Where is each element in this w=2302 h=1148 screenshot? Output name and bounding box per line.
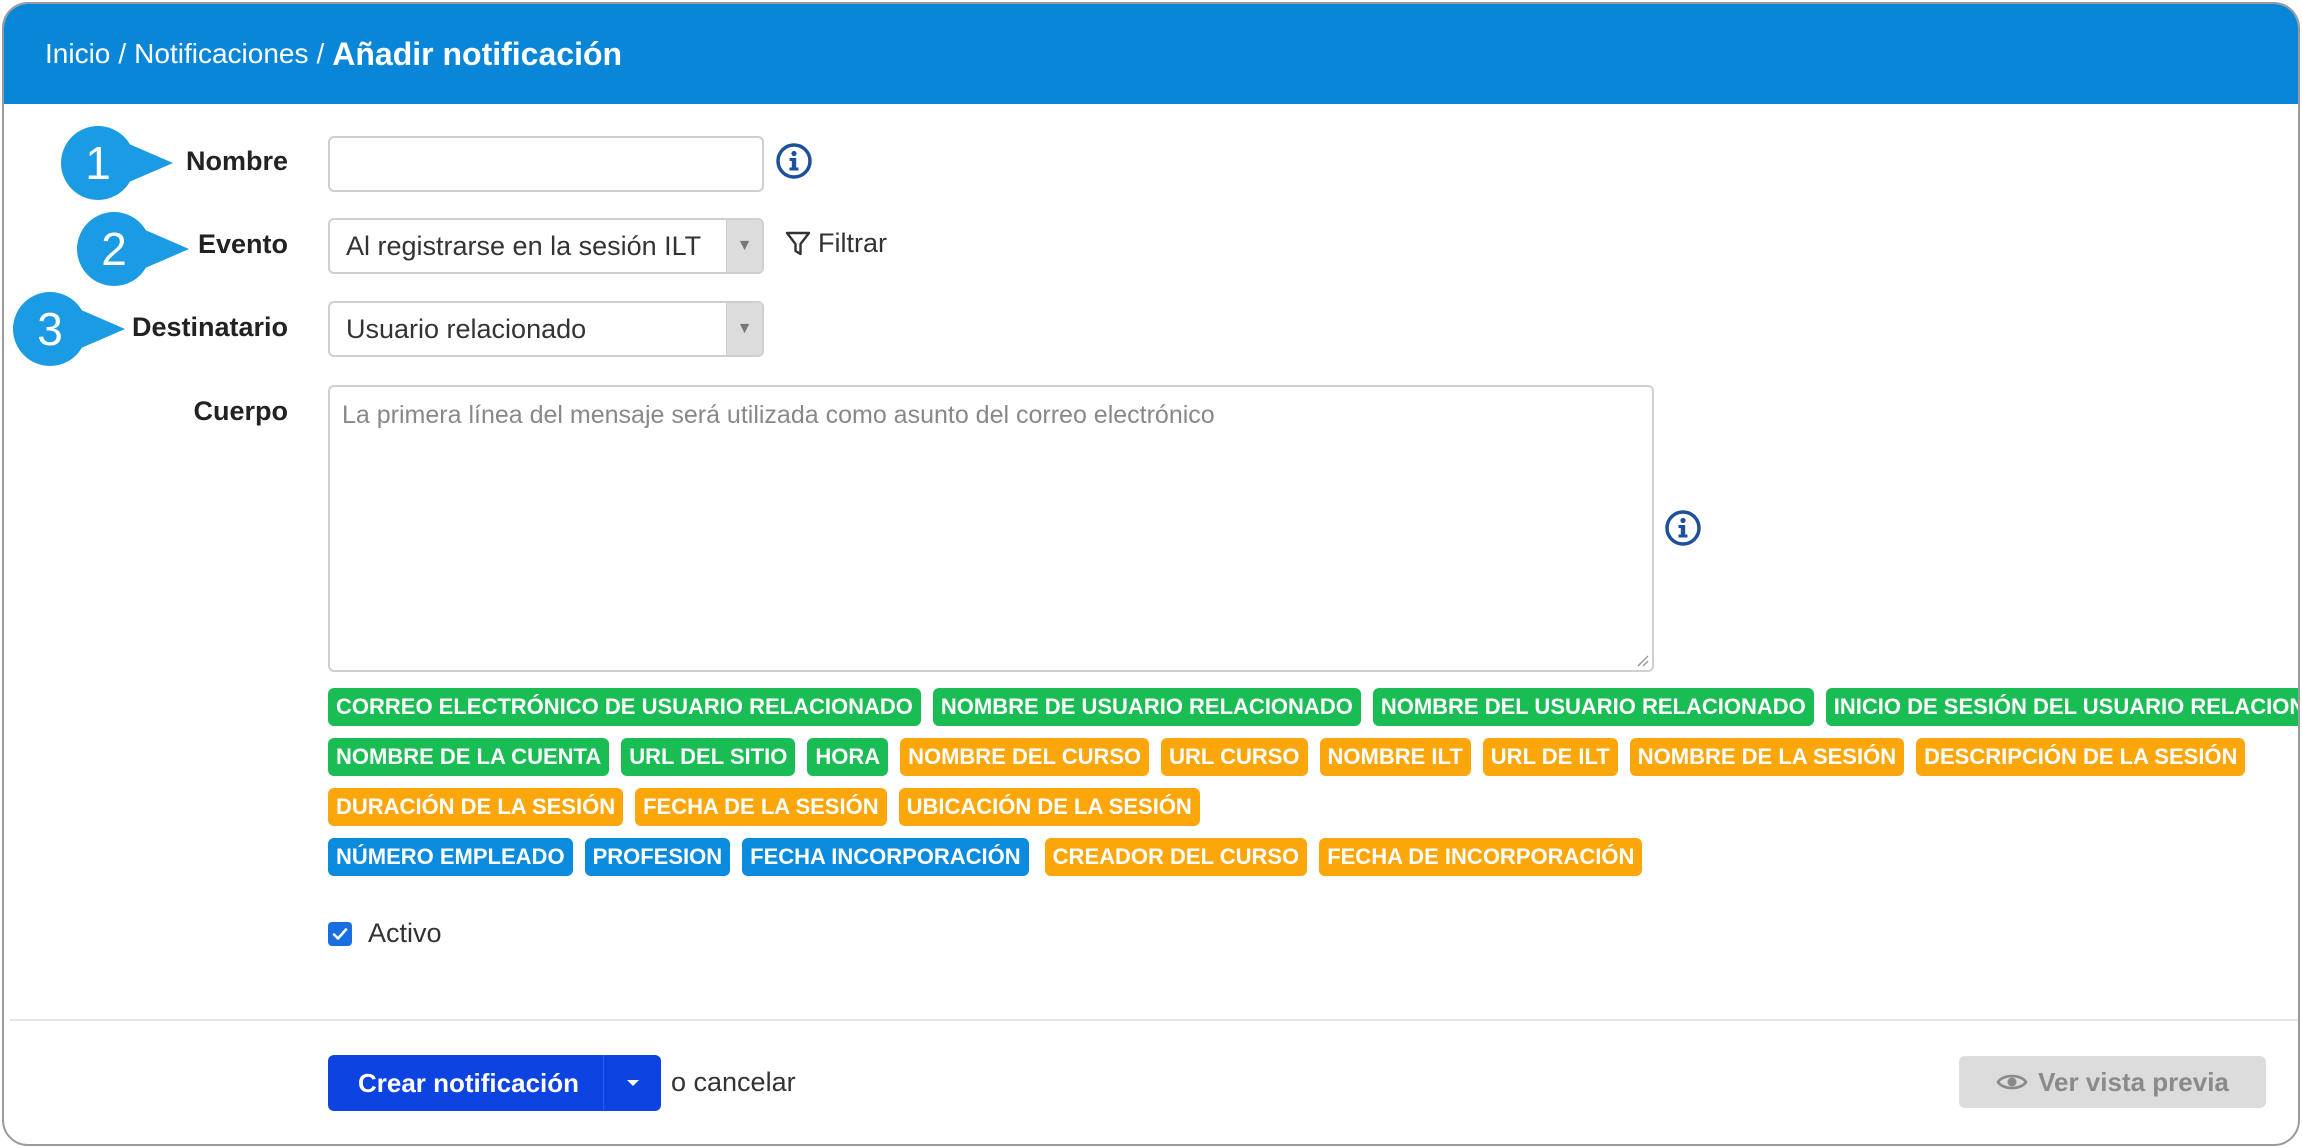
tag-row: NOMBRE DE LA CUENTA URL DEL SITIO HORA NOMB…	[328, 732, 2248, 782]
placeholder-tag[interactable]: NOMBRE DE LA CUENTA	[328, 738, 610, 776]
divider	[10, 1019, 2298, 1021]
create-options-dropdown[interactable]	[603, 1055, 661, 1111]
cancel-link[interactable]: o cancelar	[671, 1067, 796, 1098]
placeholder-tag[interactable]: URL DEL SITIO	[621, 738, 796, 776]
placeholder-tag[interactable]: DURACIÓN DE LA SESIÓN	[328, 788, 624, 826]
breadcrumb-separator: /	[118, 38, 127, 69]
eye-icon	[1996, 1074, 2028, 1090]
notification-form-window: Inicio / Notificaciones / Añadir notific…	[2, 2, 2300, 1146]
filter-label: Filtrar	[818, 228, 887, 258]
info-icon[interactable]	[1664, 509, 1702, 547]
placeholder-tag[interactable]: CORREO ELECTRÓNICO DE USUARIO RELACIONAD…	[328, 688, 921, 726]
preview-label: Ver vista previa	[2038, 1066, 2229, 1097]
checkmark-icon	[332, 927, 348, 940]
tag-row: CORREO ELECTRÓNICO DE USUARIO RELACIONAD…	[328, 682, 2298, 732]
placeholder-tag[interactable]: FECHA DE LA SESIÓN	[635, 788, 887, 826]
name-input[interactable]	[328, 136, 764, 192]
placeholder-tag[interactable]: FECHA DE INCORPORACIÓN	[1319, 838, 1643, 876]
filter-button[interactable]: Filtrar	[784, 228, 887, 259]
filter-icon	[785, 231, 811, 255]
placeholder-tag[interactable]: PROFESION	[584, 838, 731, 876]
tag-row: DURACIÓN DE LA SESIÓN FECHA DE LA SESIÓN U…	[328, 782, 2248, 832]
placeholder-tag[interactable]: NOMBRE DEL USUARIO RELACIONADO	[1372, 688, 1814, 726]
placeholder-tag[interactable]: FECHA INCORPORACIÓN	[742, 838, 1029, 876]
placeholder-tag[interactable]: CREADOR DEL CURSO	[1044, 838, 1308, 876]
dropdown-arrow-icon[interactable]: ▼	[726, 303, 762, 355]
placeholder-tag[interactable]: NOMBRE DE USUARIO RELACIONADO	[932, 688, 1361, 726]
placeholder-tag[interactable]: UBICACIÓN DE LA SESIÓN	[898, 788, 1200, 826]
info-icon[interactable]	[775, 142, 813, 180]
placeholder-tag[interactable]: URL CURSO	[1161, 738, 1308, 776]
dropdown-arrow-icon[interactable]: ▼	[726, 220, 762, 272]
body-label: Cuerpo	[193, 396, 289, 426]
tag-row: NÚMERO EMPLEADO PROFESION FECHA INCORPORAC…	[328, 832, 2248, 882]
placeholder-tag[interactable]: NOMBRE ILT	[1319, 738, 1471, 776]
event-label: Evento	[197, 229, 288, 259]
event-select-value: Al registrarse en la sesión ILT	[346, 230, 702, 261]
breadcrumb-notificaciones[interactable]: Notificaciones	[134, 38, 308, 70]
body-textarea[interactable]: La primera línea del mensaje será utiliz…	[328, 385, 1654, 672]
placeholder-tag[interactable]: NÚMERO EMPLEADO	[328, 838, 573, 876]
preview-button[interactable]: Ver vista previa	[1959, 1056, 2266, 1108]
active-label: Activo	[368, 918, 442, 948]
breadcrumb-inicio[interactable]: Inicio	[45, 38, 110, 70]
active-checkbox[interactable]	[328, 921, 352, 946]
placeholder-tag[interactable]: INICIO DE SESIÓN DEL USUARIO RELACIONADO	[1825, 688, 2298, 726]
placeholder-tag[interactable]: DESCRIPCIÓN DE LA SESIÓN	[1916, 738, 2246, 776]
placeholder-tag[interactable]: HORA	[807, 738, 889, 776]
body-placeholder: La primera línea del mensaje será utiliz…	[342, 401, 1215, 429]
placeholder-tag[interactable]: URL DE ILT	[1482, 738, 1618, 776]
page-header: Inicio / Notificaciones / Añadir notific…	[4, 4, 2298, 104]
event-select[interactable]: Al registrarse en la sesión ILT ▼	[328, 218, 764, 274]
caret-down-icon	[626, 1080, 639, 1086]
create-notification-button[interactable]: Crear notificación	[328, 1055, 661, 1111]
active-checkbox-row[interactable]: Activo	[328, 918, 442, 949]
placeholder-tag[interactable]: NOMBRE DEL CURSO	[900, 738, 1150, 776]
placeholder-tags: CORREO ELECTRÓNICO DE USUARIO RELACIONAD…	[328, 682, 2298, 882]
recipient-select-value: Usuario relacionado	[346, 313, 587, 344]
recipient-label: Destinatario	[131, 312, 288, 342]
create-notification-label: Crear notificación	[357, 1067, 580, 1098]
page-title: Añadir notificación	[332, 35, 623, 72]
name-label: Nombre	[185, 146, 288, 176]
breadcrumb-separator: /	[316, 38, 325, 69]
recipient-select[interactable]: Usuario relacionado ▼	[328, 301, 764, 357]
resize-grip-icon[interactable]	[1635, 653, 1649, 667]
placeholder-tag[interactable]: NOMBRE DE LA SESIÓN	[1629, 738, 1905, 776]
